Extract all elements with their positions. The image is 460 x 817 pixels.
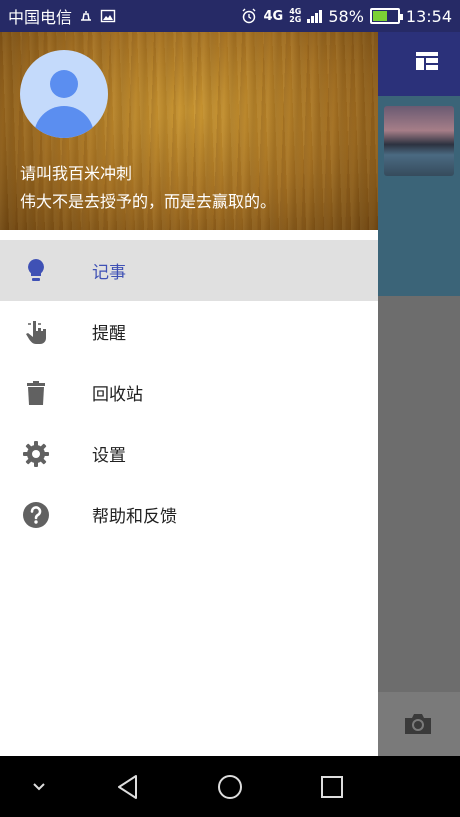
layout-toggle-icon[interactable] (416, 52, 438, 70)
app-bottom-bar (378, 692, 460, 756)
menu-item-settings[interactable]: 设置 (0, 423, 378, 484)
home-icon[interactable] (216, 773, 244, 801)
battery-percent: 58% (328, 6, 364, 26)
menu-label: 回收站 (92, 385, 143, 405)
trash-icon (27, 381, 45, 405)
menu-item-help-feedback[interactable]: 帮助和反馈 (0, 484, 378, 545)
note-card[interactable] (378, 96, 460, 296)
alarm-icon (242, 8, 256, 24)
touch-hand-icon (26, 321, 46, 344)
drawer-header: 请叫我百米冲刺 伟大不是去授予的，而是去赢取的。 (0, 32, 378, 230)
drawer-menu: 记事 提醒 回收站 设置 帮助和反馈 (0, 240, 378, 545)
recents-icon[interactable] (318, 773, 346, 801)
notification-icon (81, 11, 92, 21)
menu-label: 设置 (92, 446, 126, 466)
image-icon (100, 9, 116, 23)
chevron-down-icon[interactable] (30, 780, 48, 792)
back-icon[interactable] (114, 773, 142, 801)
menu-item-notes[interactable]: 记事 (0, 240, 378, 301)
menu-label: 提醒 (92, 324, 126, 344)
gear-icon (23, 441, 49, 467)
avatar[interactable] (20, 50, 108, 138)
clock: 13:54 (405, 6, 452, 26)
carrier-label: 中国电信 (8, 8, 73, 27)
signal-icon (307, 9, 323, 23)
lightbulb-icon (28, 259, 44, 281)
dual-network: 4G 2G (289, 7, 302, 24)
user-motto: 伟大不是去授予的，而是去赢取的。 (20, 192, 277, 211)
help-icon (23, 502, 49, 528)
menu-label: 帮助和反馈 (92, 507, 177, 527)
note-thumbnail (384, 106, 454, 176)
network-type: 4G (263, 8, 284, 24)
system-navigation-bar (0, 756, 460, 817)
menu-label: 记事 (92, 263, 126, 283)
app-toolbar (378, 32, 460, 96)
status-bar: 中国电信 4G 4G 2G 58% 13:54 (0, 0, 460, 32)
navigation-drawer: 请叫我百米冲刺 伟大不是去授予的，而是去赢取的。 记事 提醒 回收站 设置 帮助… (0, 32, 378, 756)
user-name: 请叫我百米冲刺 (20, 164, 133, 183)
menu-item-trash[interactable]: 回收站 (0, 362, 378, 423)
menu-item-reminders[interactable]: 提醒 (0, 301, 378, 362)
battery-icon (369, 8, 403, 24)
camera-icon[interactable] (403, 712, 433, 736)
